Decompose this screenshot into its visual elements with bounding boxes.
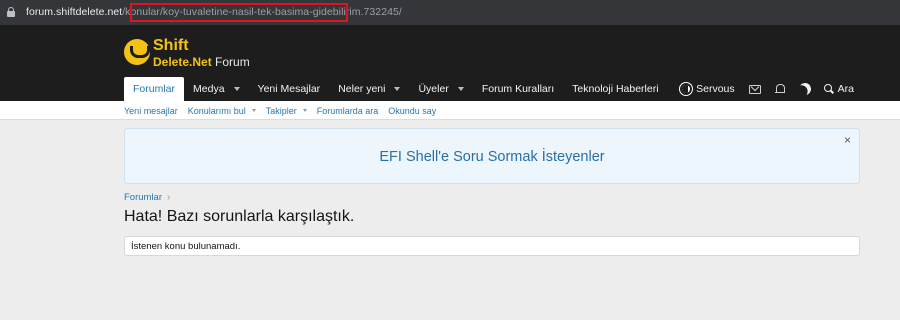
- subnav-item-forumlarda-ara[interactable]: Forumlarda ara: [317, 106, 379, 116]
- nav-item-label: Üyeler: [418, 83, 449, 95]
- chevron-down-icon[interactable]: [457, 87, 464, 91]
- user-menu[interactable]: Servous: [680, 83, 735, 95]
- logo-text-deletenet: Delete.Net: [153, 55, 212, 69]
- subnav-item-yeni-mesajlar[interactable]: Yeni mesajlar: [124, 106, 178, 116]
- close-icon[interactable]: ×: [844, 134, 851, 146]
- chevron-right-icon: ›: [167, 192, 171, 203]
- username: Servous: [696, 83, 735, 95]
- search-button[interactable]: Ara: [823, 83, 854, 95]
- logo-text-forum: Forum: [215, 55, 250, 69]
- breadcrumb: Forumlar ›: [124, 192, 170, 203]
- error-message-text: İstenen konu bulunamadı.: [131, 241, 241, 252]
- nav-item-label: Medya: [193, 83, 225, 95]
- subnav-item-konularimi-bul[interactable]: Konularımı bul: [188, 106, 256, 116]
- main-nav: Forumlar Medya Yeni Mesajlar Neler yeni …: [124, 77, 668, 101]
- moon-icon[interactable]: [797, 81, 812, 96]
- nav-item-forum-kurallari[interactable]: Forum Kuralları: [473, 77, 563, 101]
- subnav-item-label: Konularımı bul: [187, 105, 246, 116]
- logo-icon: [124, 39, 150, 65]
- subnav-item-label: Yeni mesajlar: [124, 105, 178, 116]
- avatar: [680, 83, 693, 95]
- nav-item-forumlar[interactable]: Forumlar: [124, 77, 185, 101]
- url-host: forum.shiftdelete.net: [26, 6, 123, 18]
- subnav-item-okundu-say[interactable]: Okundu say: [388, 106, 436, 116]
- search-icon: [823, 84, 834, 94]
- chevron-down-icon[interactable]: [233, 87, 240, 91]
- subnav-item-takipler[interactable]: Takipler: [266, 106, 307, 116]
- search-label: Ara: [837, 83, 854, 95]
- page-title: Hata! Bazı sorunlarla karşılaştık.: [124, 208, 355, 225]
- chevron-down-icon[interactable]: [302, 109, 307, 112]
- subnav-item-label: Forumlarda ara: [316, 105, 379, 116]
- nav-item-label: Neler yeni: [338, 83, 386, 95]
- nav-item-label: Forumlar: [133, 83, 176, 95]
- logo-text-delete: Delete.Net Forum: [153, 55, 250, 69]
- bell-icon[interactable]: [774, 83, 786, 95]
- nav-item-neler-yeni[interactable]: Neler yeni: [329, 77, 409, 101]
- notice-link[interactable]: EFI Shell'e Soru Sormak İsteyenler: [125, 129, 859, 185]
- browser-url-bar[interactable]: forum.shiftdelete.net/konular/koy-tuvale…: [0, 0, 900, 25]
- chevron-down-icon[interactable]: [394, 87, 401, 91]
- sub-nav: Yeni mesajlar Konularımı bul Takipler Fo…: [0, 101, 900, 120]
- subnav-item-label: Takipler: [265, 105, 297, 116]
- nav-item-teknoloji-haberleri[interactable]: Teknoloji Haberleri: [563, 77, 667, 101]
- nav-item-label: Teknoloji Haberleri: [572, 83, 659, 95]
- notice-banner: EFI Shell'e Soru Sormak İsteyenler ×: [124, 128, 860, 184]
- nav-item-label: Yeni Mesajlar: [257, 83, 321, 95]
- user-nav: Servous Ara: [680, 77, 900, 101]
- site-logo[interactable]: Shift Delete.Net Forum: [124, 37, 284, 71]
- error-message-box: İstenen konu bulunamadı.: [124, 236, 860, 256]
- mail-icon[interactable]: [748, 85, 761, 94]
- url-highlight-box: [130, 3, 348, 22]
- subnav-item-label: Okundu say: [388, 105, 437, 116]
- nav-item-medya[interactable]: Medya: [184, 77, 249, 101]
- nav-item-yeni-mesajlar[interactable]: Yeni Mesajlar: [249, 77, 330, 101]
- lock-icon: [7, 7, 15, 17]
- nav-item-uyeler[interactable]: Üyeler: [409, 77, 472, 101]
- site-header: Shift Delete.Net Forum Forumlar Medya Ye…: [0, 25, 900, 101]
- logo-text-shift: Shift: [153, 37, 189, 54]
- nav-item-label: Forum Kuralları: [481, 83, 555, 95]
- chevron-down-icon[interactable]: [251, 109, 256, 112]
- breadcrumb-forumlar[interactable]: Forumlar: [124, 192, 162, 203]
